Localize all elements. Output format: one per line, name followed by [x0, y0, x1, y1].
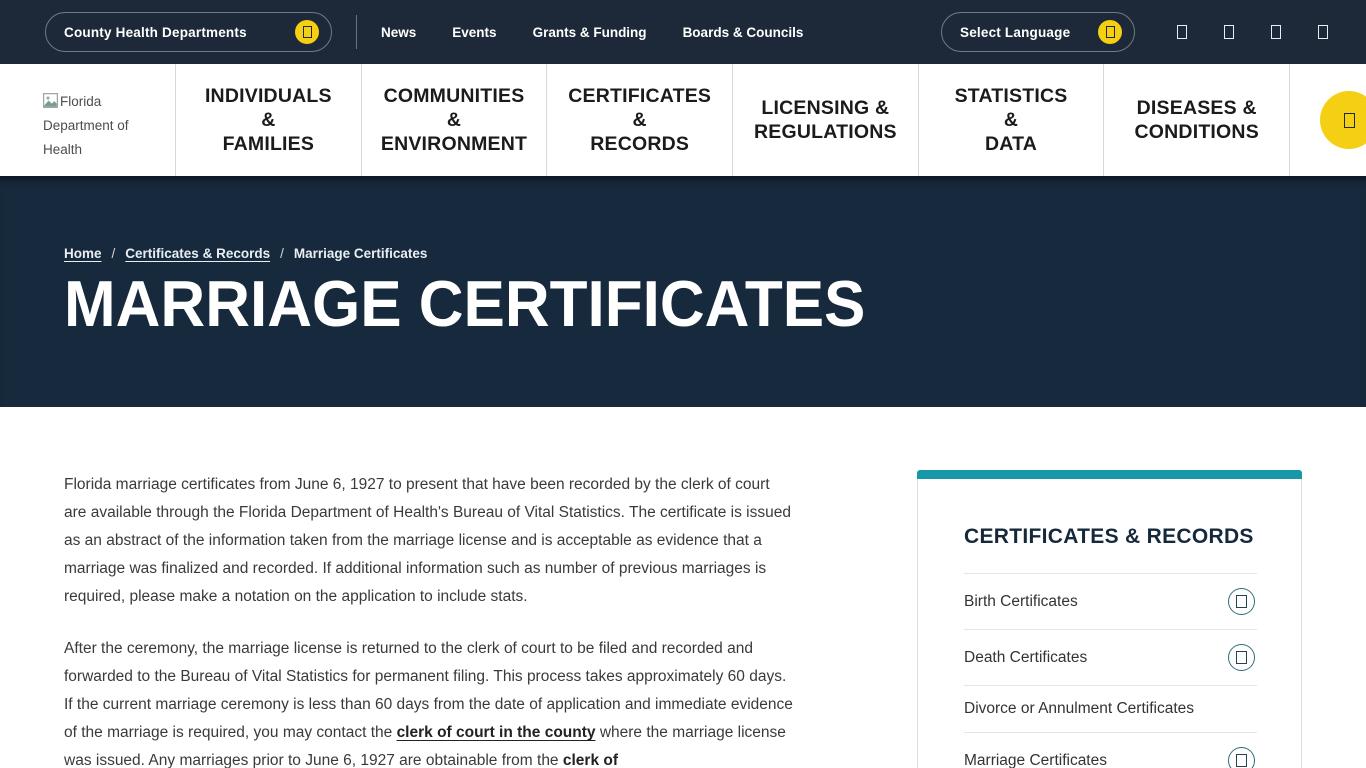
nav-item-label: DISEASES & CONDITIONS: [1134, 96, 1258, 144]
sidebar-item-label: Divorce or Annulment Certificates: [964, 700, 1194, 718]
social-icon-4[interactable]: [1318, 25, 1328, 39]
certificates-records-card: CERTIFICATES & RECORDS Birth Certificate…: [917, 470, 1302, 768]
dropdown-badge-icon: [1098, 20, 1122, 44]
nav-diseases-conditions[interactable]: DISEASES & CONDITIONS: [1103, 64, 1290, 176]
glyph-box-icon: [1236, 651, 1247, 664]
glyph-box-icon: [1224, 25, 1234, 39]
nav-search-zone: [1290, 64, 1366, 176]
topbar-divider: [356, 15, 357, 49]
county-button-label: County Health Departments: [64, 25, 247, 40]
nav-statistics-data[interactable]: STATISTICS & DATA: [918, 64, 1104, 176]
sidebar-item-birth-certificates[interactable]: Birth Certificates: [964, 573, 1257, 629]
broken-image-icon: [43, 93, 58, 108]
social-icon-3[interactable]: [1271, 25, 1281, 39]
breadcrumb-current-page: Marriage Certificates: [294, 246, 428, 261]
breadcrumb-separator: /: [112, 246, 116, 261]
paragraph-1: Florida marriage certificates from June …: [64, 471, 794, 611]
county-health-departments-button[interactable]: County Health Departments: [45, 12, 332, 52]
glyph-box-icon: [1318, 25, 1328, 39]
nav-item-label: COMMUNITIES & ENVIRONMENT: [381, 84, 527, 156]
nav-communities-environment[interactable]: COMMUNITIES & ENVIRONMENT: [361, 64, 547, 176]
top-utility-bar: County Health Departments News Events Gr…: [0, 0, 1366, 64]
main-content: Florida marriage certificates from June …: [0, 407, 1366, 768]
article-text: Florida marriage certificates from June …: [64, 407, 794, 768]
glyph-box-icon: [1236, 595, 1247, 608]
expand-circle-icon[interactable]: [1228, 747, 1255, 768]
social-icon-2[interactable]: [1224, 25, 1234, 39]
nav-items: INDIVIDUALS & FAMILIES COMMUNITIES & ENV…: [175, 64, 1290, 176]
glyph-box-icon: [1236, 754, 1247, 767]
search-button[interactable]: [1320, 91, 1366, 149]
sidebar-item-marriage-certificates[interactable]: Marriage Certificates: [964, 732, 1257, 768]
search-icon: [1344, 113, 1355, 128]
card-body: CERTIFICATES & RECORDS Birth Certificate…: [917, 479, 1302, 768]
glyph-box-icon: [1271, 25, 1281, 39]
clerk-of-court-link[interactable]: clerk of: [563, 752, 618, 768]
breadcrumb-certificates-records[interactable]: Certificates & Records: [125, 246, 270, 261]
nav-item-label: INDIVIDUALS & FAMILIES: [205, 84, 332, 156]
paragraph-2: After the ceremony, the marriage license…: [64, 635, 794, 768]
social-icon-1[interactable]: [1177, 25, 1187, 39]
sidebar-item-label: Death Certificates: [964, 649, 1087, 667]
doh-logo-broken-image[interactable]: Florida Department of Health: [43, 64, 143, 176]
sidebar-item-death-certificates[interactable]: Death Certificates: [964, 629, 1257, 685]
clerk-of-court-county-link[interactable]: clerk of court in the county: [397, 724, 596, 741]
glyph-box-icon: [303, 26, 312, 38]
nav-item-label: CERTIFICATES & RECORDS: [568, 84, 711, 156]
sidebar-item-divorce-annulment-certificates[interactable]: Divorce or Annulment Certificates: [964, 685, 1257, 732]
topbar-links: News Events Grants & Funding Boards & Co…: [381, 25, 803, 40]
link-events[interactable]: Events: [452, 25, 496, 40]
main-navigation: Florida Department of Health INDIVIDUALS…: [0, 64, 1366, 176]
breadcrumb-home[interactable]: Home: [64, 246, 102, 261]
glyph-box-icon: [1177, 25, 1187, 39]
social-icons-row: [1177, 25, 1328, 39]
link-news[interactable]: News: [381, 25, 416, 40]
expand-circle-icon[interactable]: [1228, 588, 1255, 615]
nav-licensing-regulations[interactable]: LICENSING & REGULATIONS: [732, 64, 918, 176]
card-title: CERTIFICATES & RECORDS: [964, 525, 1257, 549]
sidebar-item-label: Birth Certificates: [964, 593, 1078, 611]
breadcrumb: Home / Certificates & Records / Marriage…: [64, 176, 1302, 261]
expand-circle-icon[interactable]: [1228, 644, 1255, 671]
sidebar-item-label: Marriage Certificates: [964, 752, 1107, 768]
language-button-label: Select Language: [960, 25, 1070, 40]
card-accent-bar: [917, 470, 1302, 479]
select-language-button[interactable]: Select Language: [941, 12, 1135, 52]
glyph-box-icon: [1106, 26, 1115, 38]
link-boards-councils[interactable]: Boards & Councils: [683, 25, 804, 40]
nav-certificates-records[interactable]: CERTIFICATES & RECORDS: [546, 64, 732, 176]
breadcrumb-separator: /: [280, 246, 284, 261]
hero-banner: Home / Certificates & Records / Marriage…: [0, 176, 1366, 407]
nav-individuals-families[interactable]: INDIVIDUALS & FAMILIES: [175, 64, 361, 176]
link-grants-funding[interactable]: Grants & Funding: [533, 25, 647, 40]
dropdown-badge-icon: [295, 20, 319, 44]
nav-item-label: STATISTICS & DATA: [955, 84, 1068, 156]
nav-item-label: LICENSING & REGULATIONS: [754, 96, 897, 144]
page-title: MARRIAGE CERTIFICATES: [64, 273, 1302, 337]
